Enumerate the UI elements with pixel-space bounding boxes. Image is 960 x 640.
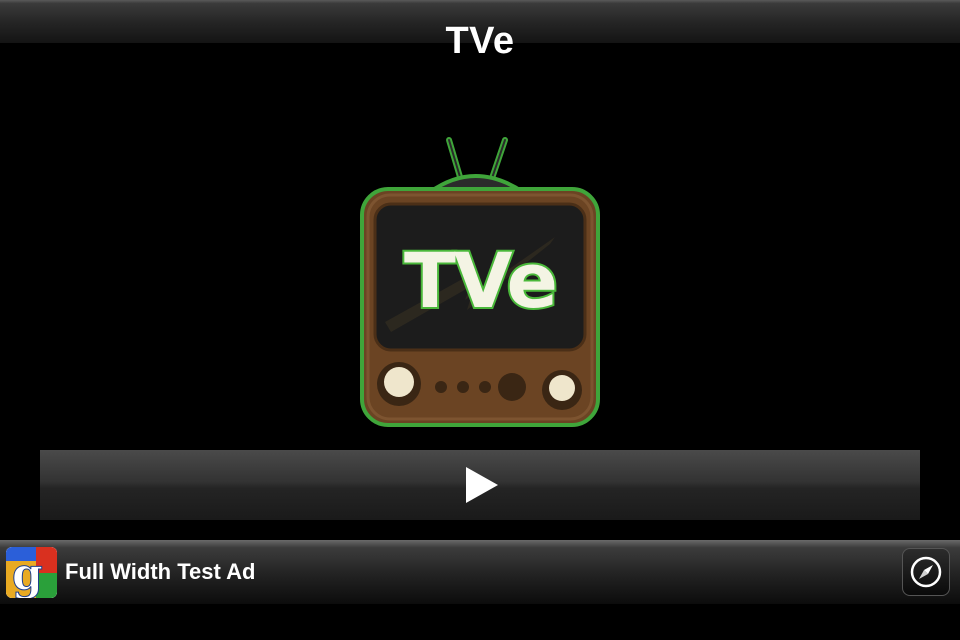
nav-title: TVe bbox=[445, 20, 515, 62]
tv-logo-text: TVe bbox=[402, 234, 560, 327]
tv-logo: TVe bbox=[355, 132, 605, 432]
play-icon bbox=[466, 467, 498, 503]
google-logo-icon: g bbox=[6, 547, 57, 598]
app-screen: TVe TVe g Full Width Test Ad bbox=[0, 0, 960, 640]
compass-icon bbox=[910, 556, 942, 588]
open-in-browser-button[interactable] bbox=[902, 548, 950, 596]
play-button[interactable] bbox=[40, 450, 920, 520]
svg-text:g: g bbox=[12, 549, 43, 598]
antenna-icon bbox=[423, 137, 530, 194]
ad-banner[interactable]: g Full Width Test Ad bbox=[0, 540, 960, 604]
ad-text: Full Width Test Ad bbox=[65, 559, 256, 584]
